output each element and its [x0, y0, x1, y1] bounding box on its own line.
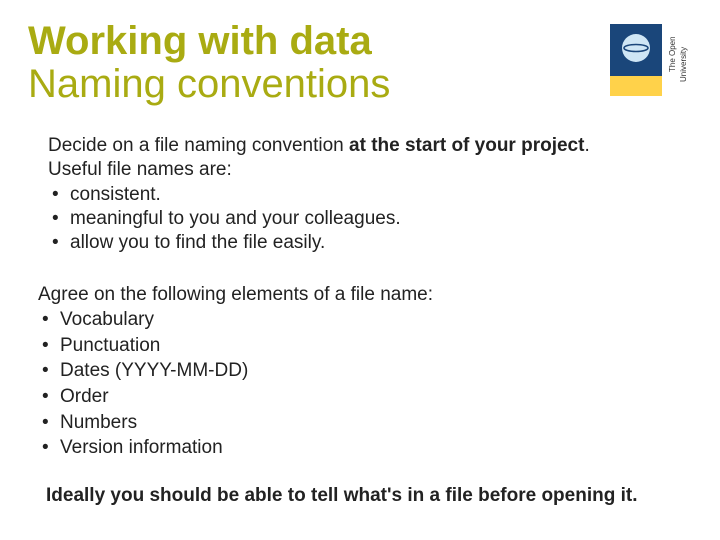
useful-bullets: consistent. meaningful to you and your c…: [48, 183, 688, 256]
list-item: Punctuation: [38, 333, 678, 359]
intro-line: Decide on a file naming convention at th…: [48, 134, 688, 158]
list-item: Dates (YYYY-MM-DD): [38, 358, 678, 384]
intro-post: .: [584, 135, 589, 156]
list-item: Vocabulary: [38, 307, 678, 333]
title-block: Working with data Naming conventions: [28, 18, 390, 106]
header: Working with data Naming conventions The…: [28, 18, 692, 106]
closing-line: Ideally you should be able to tell what'…: [46, 485, 692, 507]
list-item: Numbers: [38, 410, 678, 436]
intro-pre: Decide on a file naming convention: [48, 135, 349, 156]
list-item: consistent.: [48, 183, 688, 207]
elements-bullets: Vocabulary Punctuation Dates (YYYY-MM-DD…: [38, 307, 678, 461]
svg-text:The Open: The Open: [668, 36, 677, 72]
section-useful-names: Decide on a file naming convention at th…: [48, 134, 688, 256]
list-item: allow you to find the file easily.: [48, 231, 688, 255]
list-item: meaningful to you and your colleagues.: [48, 207, 688, 231]
section-elements: Agree on the following elements of a fil…: [38, 282, 678, 461]
elements-intro: Agree on the following elements of a fil…: [38, 282, 678, 308]
list-item: Version information: [38, 435, 678, 461]
slide: Working with data Naming conventions The…: [0, 0, 720, 540]
useful-line: Useful file names are:: [48, 158, 688, 182]
open-university-logo-icon: The Open University: [610, 24, 692, 101]
list-item: Order: [38, 384, 678, 410]
title-line-2: Naming conventions: [28, 62, 390, 106]
title-line-1: Working with data: [28, 20, 390, 62]
intro-strong: at the start of your project: [349, 135, 584, 156]
svg-text:University: University: [679, 47, 688, 82]
